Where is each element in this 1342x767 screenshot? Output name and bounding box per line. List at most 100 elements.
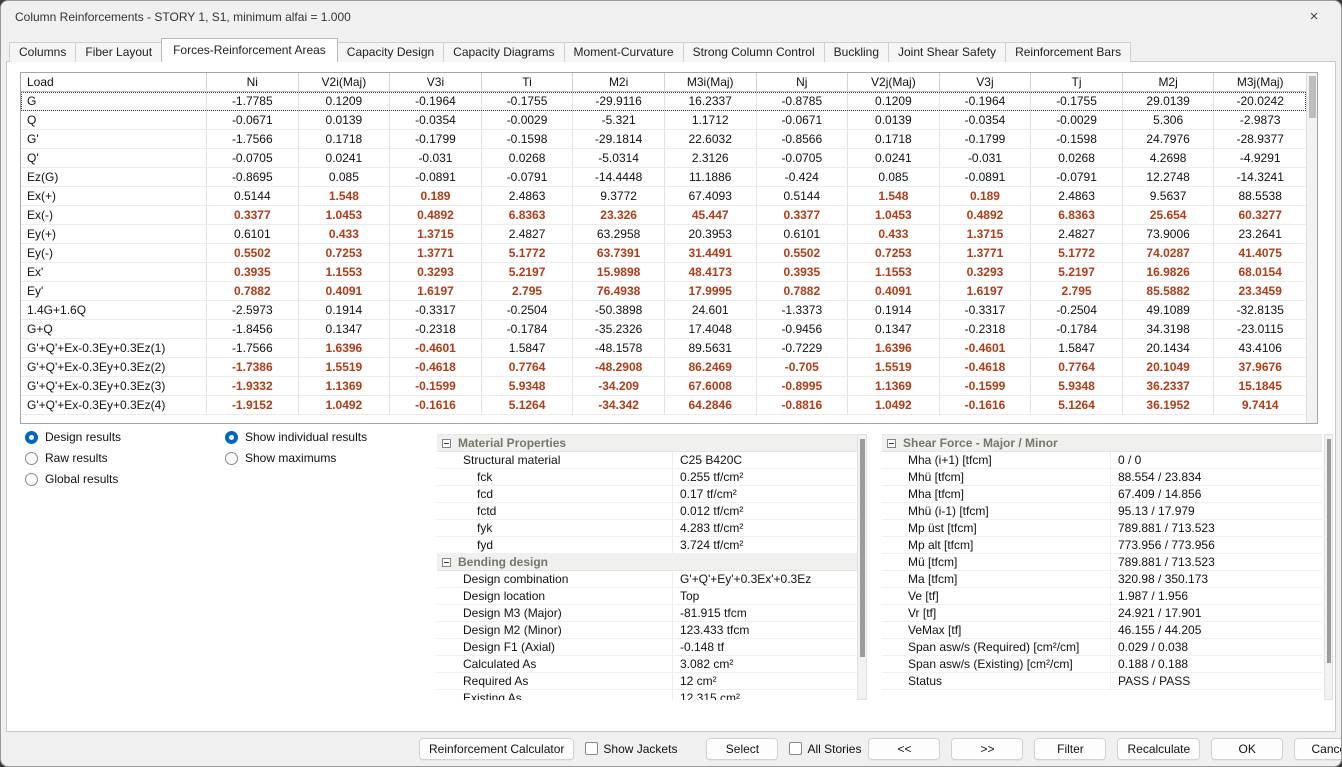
property-value: 67.409 / 14.856 — [1110, 486, 1322, 502]
column-header-v3j[interactable]: V3j — [940, 73, 1032, 92]
table-row-g-q-ex-0-3ey-0-3ez-2[interactable]: G'+Q'+Ex-0.3Ey+0.3Ez(2)-1.73861.5519-0.4… — [21, 358, 1306, 377]
table-row-ex[interactable]: Ex'0.39351.15530.32935.219715.989848.417… — [21, 263, 1306, 282]
tab-reinforcement-bars[interactable]: Reinforcement Bars — [1005, 42, 1131, 62]
scrollbar-thumb[interactable] — [860, 439, 865, 657]
tab-capacity-design[interactable]: Capacity Design — [337, 42, 444, 62]
table-row-q[interactable]: Q-0.06710.0139-0.0354-0.0029-5.3211.1712… — [21, 111, 1306, 130]
value-cell: 0.0139 — [299, 111, 391, 130]
load-name-cell: Ey(-) — [21, 244, 207, 263]
value-cell: 20.3953 — [665, 225, 757, 244]
show-jackets-checkbox[interactable]: Show Jackets — [585, 742, 677, 756]
collapse-icon[interactable] — [442, 439, 451, 448]
scrollbar-thumb[interactable] — [1309, 76, 1316, 118]
radio-show-individual-results[interactable]: Show individual results — [225, 430, 367, 444]
value-cell: 24.601 — [665, 301, 757, 320]
property-row-span-asw-s-existing-cm-cm: Span asw/s (Existing) [cm²/cm]0.188 / 0.… — [882, 656, 1322, 673]
property-value: 1.987 / 1.956 — [1110, 588, 1322, 604]
all-stories-checkbox[interactable]: All Stories — [789, 742, 861, 756]
reinforcement-calculator-button[interactable]: Reinforcement Calculator — [419, 738, 574, 760]
table-row-ey[interactable]: Ey(+)0.61010.4331.37152.482763.295820.39… — [21, 225, 1306, 244]
table-row-g[interactable]: G'-1.75660.1718-0.1799-0.1598-29.181422.… — [21, 130, 1306, 149]
column-header-v2j-maj[interactable]: V2j(Maj) — [848, 73, 940, 92]
tab-strip: ColumnsFiber LayoutForces-Reinforcement … — [9, 39, 1130, 62]
column-header-m2i[interactable]: M2i — [573, 73, 665, 92]
table-row-ey[interactable]: Ey(-)0.55020.72531.37715.177263.739131.4… — [21, 244, 1306, 263]
material-panel-scrollbar[interactable] — [857, 434, 867, 700]
value-cell: 88.5538 — [1214, 187, 1306, 206]
value-cell: 0.0139 — [848, 111, 940, 130]
value-cell: -0.031 — [390, 149, 482, 168]
value-cell: 0.4892 — [390, 206, 482, 225]
filter-button[interactable]: Filter — [1034, 738, 1106, 760]
column-header-m3i-maj[interactable]: M3i(Maj) — [665, 73, 757, 92]
value-cell: 1.5847 — [482, 339, 574, 358]
column-header-ti[interactable]: Ti — [482, 73, 574, 92]
tab-joint-shear-safety[interactable]: Joint Shear Safety — [888, 42, 1006, 62]
property-label: Vr [tf] — [882, 605, 1110, 621]
tab-moment-curvature[interactable]: Moment-Curvature — [564, 42, 684, 62]
column-header-nj[interactable]: Nj — [757, 73, 849, 92]
table-row-ex[interactable]: Ex(-)0.33771.04530.48926.836323.32645.44… — [21, 206, 1306, 225]
column-header-load[interactable]: Load — [21, 73, 207, 92]
property-row-structural-material: Structural materialC25 B420C — [437, 452, 857, 469]
value-cell: -0.0791 — [1031, 168, 1123, 187]
value-cell: 0.4091 — [848, 282, 940, 301]
close-icon[interactable]: × — [1295, 5, 1333, 29]
table-row-g-q-ex-0-3ey-0-3ez-3[interactable]: G'+Q'+Ex-0.3Ey+0.3Ez(3)-1.93321.1369-0.1… — [21, 377, 1306, 396]
value-cell: -2.5973 — [207, 301, 299, 320]
tab-strong-column-control[interactable]: Strong Column Control — [683, 42, 825, 62]
load-name-cell: Ez(G) — [21, 168, 207, 187]
column-header-v3i[interactable]: V3i — [390, 73, 482, 92]
ok-button[interactable]: OK — [1211, 738, 1283, 760]
column-header-v2i-maj[interactable]: V2i(Maj) — [299, 73, 391, 92]
table-row-ez-g[interactable]: Ez(G)-0.86950.085-0.0891-0.0791-14.44481… — [21, 168, 1306, 187]
previous-column-button[interactable]: << — [868, 738, 940, 760]
property-row-mp-st-tfcm: Mp üst [tfcm]789.881 / 713.523 — [882, 520, 1322, 537]
table-row-g-q-ex-0-3ey-0-3ez-1[interactable]: G'+Q'+Ex-0.3Ey+0.3Ez(1)-1.75661.6396-0.4… — [21, 339, 1306, 358]
table-row-q[interactable]: Q'-0.07050.0241-0.0310.0268-5.03142.3126… — [21, 149, 1306, 168]
table-row-g-q[interactable]: G+Q-1.84560.1347-0.2318-0.1784-35.232617… — [21, 320, 1306, 339]
recalculate-button[interactable]: Recalculate — [1117, 738, 1200, 760]
tab-forces-reinforcement-areas[interactable]: Forces-Reinforcement Areas — [161, 38, 338, 62]
radio-global-results[interactable]: Global results — [25, 472, 121, 486]
radio-label: Global results — [45, 472, 118, 486]
results-type-radios: Design results Raw results Global results — [25, 430, 121, 486]
value-cell: 15.1845 — [1214, 377, 1306, 396]
value-cell: -0.2504 — [1031, 301, 1123, 320]
value-cell: -0.1755 — [482, 92, 574, 111]
table-row-ey[interactable]: Ey'0.78820.40911.61972.79576.493817.9995… — [21, 282, 1306, 301]
radio-design-results[interactable]: Design results — [25, 430, 121, 444]
tab-buckling[interactable]: Buckling — [824, 42, 889, 62]
table-vertical-scrollbar[interactable] — [1306, 73, 1317, 423]
radio-show-maximums[interactable]: Show maximums — [225, 451, 367, 465]
shear-panel-scrollbar[interactable] — [1324, 434, 1333, 700]
table-row-g-q-ex-0-3ey-0-3ez-4[interactable]: G'+Q'+Ex-0.3Ey+0.3Ez(4)-1.91521.0492-0.1… — [21, 396, 1306, 415]
next-column-button[interactable]: >> — [951, 738, 1023, 760]
radio-raw-results[interactable]: Raw results — [25, 451, 121, 465]
tab-columns[interactable]: Columns — [9, 42, 76, 62]
select-button[interactable]: Select — [706, 738, 778, 760]
column-header-m2j[interactable]: M2j — [1123, 73, 1215, 92]
tab-fiber-layout[interactable]: Fiber Layout — [75, 42, 162, 62]
collapse-icon[interactable] — [442, 558, 451, 567]
collapse-icon[interactable] — [887, 439, 896, 448]
column-header-tj[interactable]: Tj — [1031, 73, 1123, 92]
table-row-g[interactable]: G-1.77850.1209-0.1964-0.1755-29.911616.2… — [21, 92, 1306, 111]
value-cell: 0.1914 — [299, 301, 391, 320]
cancel-button[interactable]: Cancel — [1294, 738, 1342, 760]
value-cell: 45.447 — [665, 206, 757, 225]
table-row-1-4g-1-6q[interactable]: 1.4G+1.6Q-2.59730.1914-0.3317-0.2504-50.… — [21, 301, 1306, 320]
value-cell: 41.4075 — [1214, 244, 1306, 263]
value-cell: -29.9116 — [573, 92, 665, 111]
value-cell: -1.7566 — [207, 130, 299, 149]
column-header-m3j-maj[interactable]: M3j(Maj) — [1214, 73, 1306, 92]
value-cell: -0.8995 — [757, 377, 849, 396]
property-label: Design location — [437, 588, 672, 604]
property-label: fyk — [437, 520, 672, 536]
column-header-ni[interactable]: Ni — [207, 73, 299, 92]
tab-capacity-diagrams[interactable]: Capacity Diagrams — [443, 42, 564, 62]
value-cell: -0.0791 — [482, 168, 574, 187]
window-title: Column Reinforcements - STORY 1, S1, min… — [1, 10, 351, 24]
table-row-ex[interactable]: Ex(+)0.51441.5480.1892.48639.377267.4093… — [21, 187, 1306, 206]
scrollbar-thumb[interactable] — [1327, 439, 1331, 663]
